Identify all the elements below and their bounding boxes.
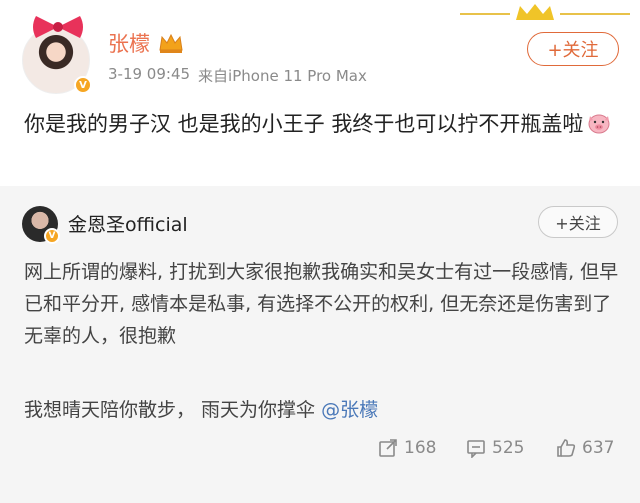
author-avatar[interactable]: V (20, 14, 96, 94)
author-name[interactable]: 张檬 (108, 28, 150, 58)
vip-crown-icon (159, 33, 183, 53)
repost-count: 168 (404, 438, 437, 458)
thumbs-up-icon (557, 439, 576, 457)
bow-decoration-icon (33, 16, 83, 38)
repost-share-icon (379, 439, 397, 457)
repost-follow-label: +关注 (555, 214, 601, 233)
repost-action[interactable]: 168 (378, 438, 436, 458)
repost-author-name[interactable]: 金恩圣official (68, 210, 188, 237)
decorative-crown-line (460, 4, 630, 20)
verified-badge-icon: V (74, 76, 92, 94)
comment-icon (467, 440, 485, 458)
repost-paragraph-2: 我想晴天陪你散步， 雨天为你撑伞 @张檬 (24, 394, 624, 426)
comment-action[interactable]: 525 (466, 438, 524, 458)
post-time: 3-19 09:45 (108, 65, 191, 83)
like-count: 637 (582, 438, 615, 458)
repost-verified-badge-icon: V (44, 228, 60, 244)
post-source: 来自iPhone 11 Pro Max (198, 67, 367, 85)
repost-paragraph-1: 网上所谓的爆料, 打扰到大家很抱歉我确实和吴女士有过一段感情, 但早已和平分开,… (24, 261, 619, 347)
repost-card[interactable]: V 金恩圣official +关注 网上所谓的爆料, 打扰到大家很抱歉我确实和吴… (0, 186, 640, 503)
comment-count: 525 (492, 438, 525, 458)
post-text: 你是我的男子汉 也是我的小王子 我终于也可以拧不开瓶盖啦 (24, 112, 584, 136)
follow-label: +关注 (547, 40, 599, 61)
repost-paragraph-2-text: 我想晴天陪你散步， 雨天为你撑伞 (24, 399, 322, 421)
follow-button[interactable]: +关注 (527, 32, 619, 66)
like-action[interactable]: 637 (556, 438, 614, 458)
action-bar: 168 525 637 (0, 438, 640, 474)
pig-face-icon (588, 114, 610, 134)
repost-follow-button[interactable]: +关注 (538, 206, 618, 238)
mention-link[interactable]: @张檬 (321, 399, 378, 421)
post-body: 你是我的男子汉 也是我的小王子 我终于也可以拧不开瓶盖啦 (24, 108, 620, 141)
